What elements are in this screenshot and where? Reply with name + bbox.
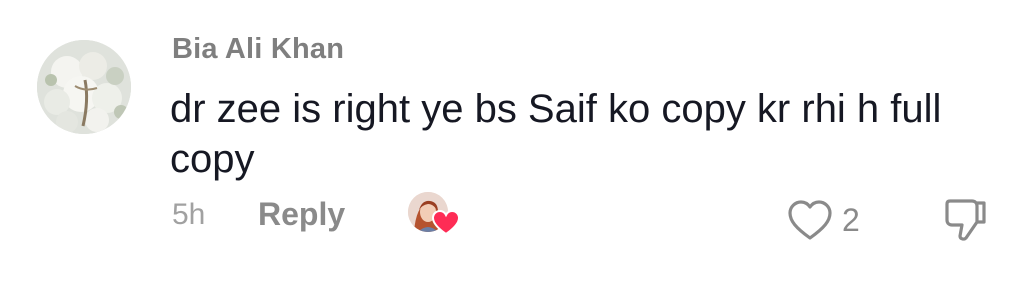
like-count: 2	[842, 202, 860, 238]
thumbs-down-icon[interactable]	[942, 195, 990, 243]
comment-item: Bia Ali Khan dr zee is right ye bs Saif …	[0, 0, 1024, 287]
heart-icon	[431, 209, 461, 236]
reply-button[interactable]: Reply	[258, 196, 345, 233]
user-avatar[interactable]	[37, 40, 131, 134]
comment-text: dr zee is right ye bs Saif ko copy kr rh…	[170, 87, 942, 181]
comment-username[interactable]: Bia Ali Khan	[172, 33, 344, 66]
creator-liked-badge	[408, 192, 461, 238]
heart-outline-icon[interactable]	[786, 198, 834, 242]
comment-timestamp: 5h	[172, 198, 206, 231]
